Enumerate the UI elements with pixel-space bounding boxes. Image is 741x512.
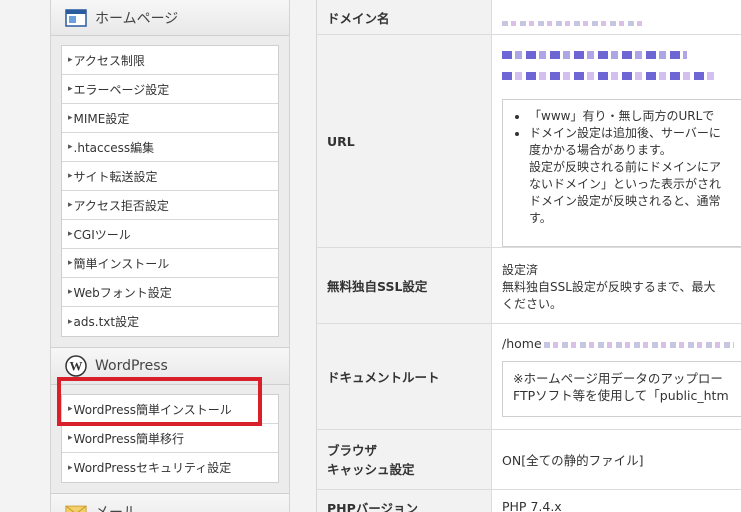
menu-item-access-deny[interactable]: ▸ アクセス拒否設定 (62, 191, 278, 220)
wordpress-section-header[interactable]: W WordPress (51, 347, 289, 385)
menu-item-cgi-tools[interactable]: ▸ CGIツール (62, 220, 278, 249)
arrow-icon: ▸ (68, 200, 72, 210)
row-php-version: PHPバージョン PHP 7.4.x (317, 490, 741, 512)
ssl-status: 設定済 (502, 263, 539, 277)
menu-item-label: WordPress簡単インストール (73, 402, 232, 417)
homepage-section-title: ホームページ (95, 10, 179, 27)
row-ssl: 無料独自SSL設定 設定済 無料独自SSL設定が反映するまで、最大 ください。 (317, 248, 741, 324)
menu-item-ads-txt[interactable]: ▸ ads.txt設定 (62, 307, 278, 336)
cache-label-line1: ブラウザ (327, 442, 378, 458)
arrow-icon: ▸ (68, 433, 72, 443)
menu-item-label: Webフォント設定 (73, 285, 172, 300)
row-browser-cache: ブラウザ キャッシュ設定 ON[全ての静的ファイル] (317, 430, 741, 490)
menu-item-wordpress-security[interactable]: ▸ WordPressセキュリティ設定 (62, 453, 278, 482)
ssl-label: 無料独自SSL設定 (317, 248, 492, 323)
menu-item-label: 簡単インストール (73, 256, 170, 271)
docroot-note-2: FTPソフト等を使用して「public_htm (513, 388, 729, 403)
arrow-icon: ▸ (68, 462, 72, 473)
arrow-icon: ▸ (68, 142, 72, 152)
cache-value: ON[全ての静的ファイル] (492, 430, 741, 489)
blurred-url-2 (502, 72, 717, 80)
domain-label: ドメイン名 (317, 0, 492, 34)
arrow-icon: ▸ (68, 55, 72, 65)
arrow-icon: ▸ (68, 316, 72, 327)
menu-item-wordpress-migration[interactable]: ▸ WordPress簡単移行 (62, 424, 278, 453)
mail-icon (65, 501, 87, 512)
php-value: PHP 7.4.x (502, 499, 562, 512)
blurred-domain (502, 21, 642, 26)
docroot-notes-box: ※ホームページ用データのアップロー FTPソフト等を使用して「public_ht… (502, 361, 741, 417)
menu-item-label: アクセス制限 (73, 53, 145, 68)
menu-item-mime[interactable]: ▸ MIME設定 (62, 104, 278, 133)
arrow-icon: ▸ (68, 229, 72, 239)
url-note-2: ドメイン設定は追加後、サーバーに (529, 125, 741, 142)
homepage-section-header[interactable]: ホームページ (51, 0, 289, 36)
arrow-icon: ▸ (68, 287, 72, 297)
url-note-5: ないドメイン」といった表示がされ (529, 177, 722, 191)
blurred-docroot (543, 342, 734, 348)
svg-text:W: W (70, 359, 83, 374)
menu-item-access-restriction[interactable]: ▸ アクセス制限 (62, 46, 278, 75)
menu-item-htaccess[interactable]: ▸ .htaccess編集 (62, 133, 278, 162)
menu-item-site-redirect[interactable]: ▸ サイト転送設定 (62, 162, 278, 191)
menu-item-web-font[interactable]: ▸ Webフォント設定 (62, 278, 278, 307)
ssl-note-2: ください。 (502, 297, 563, 311)
cache-value-text: ON[全ての静的ファイル] (502, 453, 644, 468)
url-note-1: 「www」有り・無し両方のURLで (529, 108, 741, 125)
menu-item-label: アクセス拒否設定 (73, 198, 169, 213)
row-domain: ドメイン名 (317, 0, 741, 35)
domain-value (492, 0, 741, 34)
php-label: PHPバージョン (317, 490, 492, 512)
cache-label-line2: キャッシュ設定 (327, 461, 415, 477)
menu-item-label: CGIツール (73, 227, 131, 242)
homepage-menu: ▸ アクセス制限 ▸ エラーページ設定 ▸ MIME設定 ▸ .htaccess編集 ▸… (61, 45, 279, 337)
wordpress-section-title: WordPress (95, 358, 168, 374)
menu-item-easy-install[interactable]: ▸ 簡単インストール (62, 249, 278, 278)
blurred-url-1 (502, 51, 687, 59)
wordpress-menu: ▸ WordPress簡単インストール ▸ WordPress簡単移行 ▸ WordP… (61, 394, 279, 483)
mail-section-header[interactable]: メール (51, 493, 289, 512)
domain-settings-table: ドメイン名 URL 「www」有り・無し両方のURLで ドメイン設定は追加後、サ… (316, 0, 741, 512)
ssl-note-1: 無料独自SSL設定が反映するまで、最大 (502, 280, 716, 294)
menu-item-wordpress-easy-install[interactable]: ▸ WordPress簡単インストール (62, 395, 278, 424)
arrow-icon: ▸ (68, 84, 72, 94)
arrow-icon: ▸ (68, 113, 72, 123)
arrow-icon: ▸ (68, 404, 72, 414)
docroot-note-1: ※ホームページ用データのアップロー (513, 371, 723, 386)
cache-label: ブラウザ キャッシュ設定 (317, 430, 492, 489)
menu-item-label: MIME設定 (73, 111, 130, 126)
mail-section-title: メール (95, 502, 137, 512)
docroot-label: ドキュメントルート (317, 324, 492, 429)
homepage-icon (65, 7, 87, 29)
url-notes-box: 「www」有り・無し両方のURLで ドメイン設定は追加後、サーバーに 度かかる場… (502, 99, 741, 247)
menu-item-label: エラーページ設定 (73, 82, 170, 97)
menu-item-label: サイト転送設定 (73, 169, 158, 184)
arrow-icon: ▸ (68, 258, 72, 268)
menu-item-label: ads.txt設定 (73, 315, 140, 329)
url-note-3: 度かかる場合があります。 (529, 143, 672, 157)
docroot-path: /home (502, 336, 542, 351)
menu-item-label: WordPressセキュリティ設定 (73, 461, 232, 475)
url-note-7: す。 (529, 211, 552, 225)
docroot-value: /home ※ホームページ用データのアップロー FTPソフト等を使用して「pub… (492, 324, 741, 429)
menu-item-label: WordPress簡単移行 (73, 431, 184, 446)
sidebar: ホームページ ▸ アクセス制限 ▸ エラーページ設定 ▸ MIME設定 ▸ .htacc… (50, 0, 290, 512)
ssl-value: 設定済 無料独自SSL設定が反映するまで、最大 ください。 (492, 248, 741, 323)
menu-item-label: .htaccess編集 (73, 140, 155, 155)
arrow-icon: ▸ (68, 171, 72, 181)
wordpress-icon: W (65, 355, 87, 377)
url-note-6: ドメイン設定が反映されると、通常 (529, 194, 721, 208)
row-document-root: ドキュメントルート /home ※ホームページ用データのアップロー FTPソフト… (317, 324, 741, 430)
url-value: 「www」有り・無し両方のURLで ドメイン設定は追加後、サーバーに 度かかる場… (492, 35, 741, 247)
row-url: URL 「www」有り・無し両方のURLで ドメイン設定は追加後、サーバーに 度… (317, 35, 741, 248)
menu-item-error-page[interactable]: ▸ エラーページ設定 (62, 75, 278, 104)
url-note-4: 設定が反映される前にドメインにア (529, 160, 722, 174)
url-label: URL (317, 35, 492, 247)
